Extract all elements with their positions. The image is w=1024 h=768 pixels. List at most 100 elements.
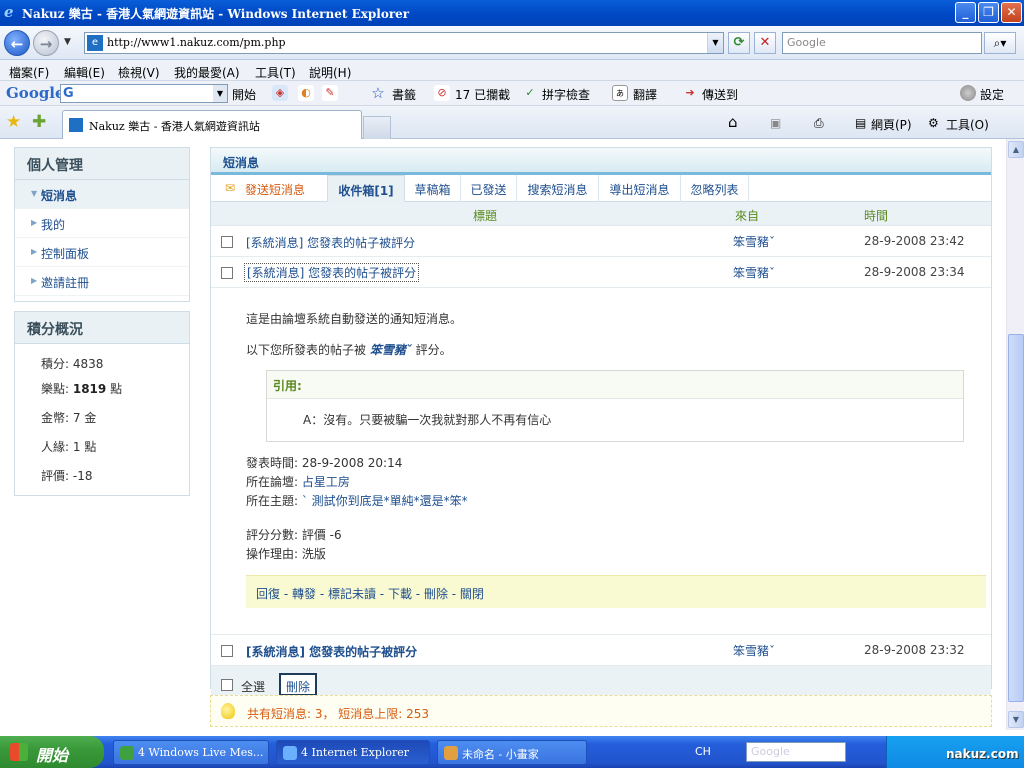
row-checkbox[interactable] bbox=[221, 236, 233, 248]
sidebar-item-label[interactable]: 邀請註冊 bbox=[41, 276, 89, 290]
sidebar-item-label[interactable]: 短消息 bbox=[41, 189, 77, 203]
close-button[interactable]: ✕ bbox=[1001, 2, 1022, 23]
forward-button[interactable]: → bbox=[33, 30, 59, 56]
message-subject-link[interactable]: [系統消息] 您發表的帖子被評分 bbox=[244, 263, 420, 282]
history-dropdown-icon[interactable]: ▼ bbox=[64, 37, 71, 47]
highlight-icon[interactable]: ✎ bbox=[322, 85, 338, 101]
send-to-button[interactable]: 傳送到 bbox=[702, 86, 738, 103]
address-url[interactable]: http://www1.nakuz.com/pm.php bbox=[107, 36, 286, 49]
taskbar-item-messenger[interactable]: 4 Windows Live Mes... bbox=[113, 740, 269, 765]
message-actions: 回復 - 轉發 - 標記未讀 - 下載 - 刪除 - 關閉 bbox=[246, 575, 986, 608]
address-bar[interactable]: e http://www1.nakuz.com/pm.php ▼ bbox=[84, 32, 724, 54]
reply-link[interactable]: 回復 bbox=[256, 587, 280, 601]
rater-link[interactable]: 笨雪豬ˇ bbox=[370, 343, 412, 357]
row-checkbox[interactable] bbox=[221, 267, 233, 279]
select-all-label[interactable]: 全選 bbox=[241, 678, 265, 695]
language-indicator[interactable]: CH bbox=[695, 745, 711, 758]
delete-link[interactable]: 刪除 bbox=[424, 587, 448, 601]
bookmark-star-icon[interactable]: ☆ bbox=[370, 85, 386, 101]
message-sender-link[interactable]: 笨雪豬ˇ bbox=[733, 233, 775, 250]
search-button[interactable]: ⌕▾ bbox=[984, 32, 1016, 54]
menu-tools[interactable]: 工具(T) bbox=[255, 64, 296, 81]
translate-button[interactable]: 翻譯 bbox=[633, 86, 657, 103]
sidebar-item-my[interactable]: ▶ 我的 bbox=[15, 209, 189, 238]
google-dropdown-icon[interactable]: ▼ bbox=[213, 85, 227, 102]
add-favorite-icon[interactable]: ✚ bbox=[32, 112, 46, 132]
page-rank-icon[interactable]: ◐ bbox=[298, 85, 314, 101]
tab-title[interactable]: Nakuz 樂古 - 香港人氣網遊資訊站 bbox=[89, 118, 260, 134]
spellcheck-icon[interactable]: ✓ bbox=[522, 85, 538, 101]
sidebar-item-invite[interactable]: ▶ 邀請註冊 bbox=[15, 267, 189, 296]
bookmarks-button[interactable]: 書籤 bbox=[392, 86, 416, 103]
quota-text: 共有短消息: 3， 短消息上限: 253 bbox=[247, 707, 430, 721]
delete-button[interactable]: 刪除 bbox=[279, 673, 318, 696]
menu-view[interactable]: 檢視(V) bbox=[118, 64, 160, 81]
tools-menu[interactable]: 工具(O) bbox=[946, 116, 989, 133]
sidebar-item-pm[interactable]: ▼ 短消息 bbox=[15, 180, 189, 209]
settings-button[interactable]: 設定 bbox=[980, 86, 1004, 103]
google-start-button[interactable]: 開始 bbox=[232, 86, 256, 103]
browser-tab-active[interactable]: Nakuz 樂古 - 香港人氣網遊資訊站 bbox=[62, 110, 362, 139]
menu-favorites[interactable]: 我的最愛(A) bbox=[174, 64, 240, 81]
vertical-scrollbar[interactable]: ▲ ▼ bbox=[1006, 139, 1024, 730]
sidebar-item-control-panel[interactable]: ▶ 控制面板 bbox=[15, 238, 189, 267]
message-subject-link[interactable]: [系統消息] 您發表的帖子被評分 bbox=[246, 643, 417, 660]
scroll-thumb[interactable] bbox=[1008, 334, 1024, 702]
thread-link[interactable]: ` 測試你到底是*單純*還是*笨* bbox=[302, 494, 468, 508]
table-row: [系統消息] 您發表的帖子被評分 笨雪豬ˇ 28-9-2008 23:42 bbox=[211, 226, 991, 257]
google-search-box[interactable]: G ▼ bbox=[60, 84, 228, 103]
start-button[interactable]: 開始 bbox=[0, 736, 104, 768]
maximize-button[interactable]: ❐ bbox=[978, 2, 999, 23]
tab-ignore-list[interactable]: 忽略列表 bbox=[681, 175, 749, 202]
scroll-down-arrow[interactable]: ▼ bbox=[1008, 711, 1024, 728]
print-icon[interactable]: ⎙ bbox=[814, 116, 824, 131]
address-dropdown-icon[interactable]: ▼ bbox=[707, 33, 723, 53]
stop-button[interactable]: ✕ bbox=[754, 32, 776, 54]
message-subject-link[interactable]: [系統消息] 您發表的帖子被評分 bbox=[246, 234, 415, 251]
tab-sent[interactable]: 已發送 bbox=[461, 175, 517, 202]
menu-edit[interactable]: 編輯(E) bbox=[64, 64, 105, 81]
tab-inbox[interactable]: 收件箱[1] bbox=[327, 175, 405, 202]
window-title: Nakuz 樂古 - 香港人氣網遊資訊站 - Windows Internet … bbox=[22, 7, 410, 21]
select-all-checkbox[interactable] bbox=[221, 679, 233, 691]
minimize-button[interactable]: _ bbox=[955, 2, 976, 23]
mark-unread-link[interactable]: 標記未讀 bbox=[328, 587, 376, 601]
settings-wrench-icon bbox=[960, 85, 976, 101]
page-menu[interactable]: 網頁(P) bbox=[871, 116, 912, 133]
close-link[interactable]: 關閉 bbox=[460, 587, 484, 601]
windows-flag-icon bbox=[10, 743, 28, 761]
favorites-star-icon[interactable]: ★ bbox=[6, 112, 21, 132]
scroll-up-arrow[interactable]: ▲ bbox=[1008, 141, 1024, 158]
message-sender-link[interactable]: 笨雪豬ˇ bbox=[733, 642, 775, 659]
news-icon[interactable]: ◈ bbox=[272, 85, 288, 101]
page-icon: ▤ bbox=[855, 116, 867, 130]
menu-file[interactable]: 檔案(F) bbox=[9, 64, 49, 81]
taskbar-item-paint[interactable]: 未命名 - 小畫家 bbox=[437, 740, 587, 765]
forum-link[interactable]: 占星工房 bbox=[302, 475, 350, 489]
download-link[interactable]: 下載 bbox=[388, 587, 412, 601]
send-to-icon: ➜ bbox=[685, 86, 695, 99]
tab-export[interactable]: 導出短消息 bbox=[599, 175, 681, 202]
spellcheck-button[interactable]: 拼字檢查 bbox=[542, 86, 590, 103]
popup-blocked-count[interactable]: 17 已攔截 bbox=[455, 86, 510, 103]
back-button[interactable]: ← bbox=[4, 30, 30, 56]
stat-credits: 積分: 4838 bbox=[41, 357, 104, 371]
forward-link[interactable]: 轉發 bbox=[292, 587, 316, 601]
feeds-icon[interactable]: ▣ bbox=[770, 116, 781, 130]
sidebar-item-label[interactable]: 控制面板 bbox=[41, 247, 89, 261]
sidebar-item-label[interactable]: 我的 bbox=[41, 218, 65, 232]
menu-help[interactable]: 說明(H) bbox=[309, 64, 351, 81]
message-sender-link[interactable]: 笨雪豬ˇ bbox=[733, 264, 775, 281]
tab-send-pm[interactable]: ✉ 發送短消息 bbox=[211, 175, 327, 202]
tab-search[interactable]: 搜索短消息 bbox=[517, 175, 599, 202]
home-icon[interactable]: ⌂ bbox=[728, 113, 738, 131]
google-g-icon[interactable]: G bbox=[63, 86, 74, 101]
title-bar: e Nakuz 樂古 - 香港人氣網遊資訊站 - Windows Interne… bbox=[0, 0, 1024, 26]
tab-drafts[interactable]: 草稿箱 bbox=[405, 175, 461, 202]
search-input[interactable]: Google bbox=[782, 32, 982, 54]
new-tab-button[interactable] bbox=[363, 116, 391, 139]
row-checkbox[interactable] bbox=[221, 645, 233, 657]
desktop-search-input[interactable]: Google bbox=[746, 742, 846, 762]
refresh-button[interactable]: ⟳ bbox=[728, 32, 750, 54]
taskbar-item-ie[interactable]: 4 Internet Explorer bbox=[276, 740, 430, 765]
